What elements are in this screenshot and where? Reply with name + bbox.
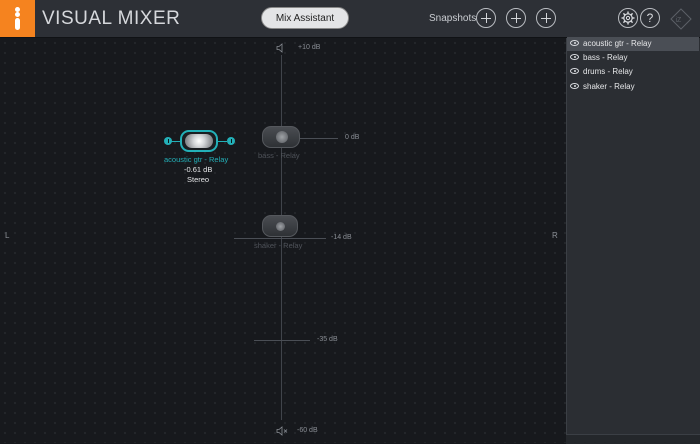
db-top-label: +10 dB: [298, 44, 321, 51]
eye-icon[interactable]: [570, 68, 579, 74]
track-list-item[interactable]: shaker - Relay: [567, 80, 699, 94]
snapshot-3-button[interactable]: [536, 8, 556, 28]
speaker-loud-icon: [276, 43, 283, 53]
minus14-db-label: -14 dB: [331, 234, 352, 241]
track-label-shaker: shaker - Relay: [254, 241, 303, 250]
zero-db-label: 0 dB: [345, 134, 360, 141]
right-pan-label: R: [552, 231, 558, 240]
db-bottom-label: -60 dB: [297, 427, 318, 434]
track-list-item[interactable]: bass - Relay: [567, 51, 699, 65]
left-pan-label: L: [5, 231, 10, 240]
pan-width-line-right: [218, 141, 227, 142]
help-button[interactable]: ?: [640, 8, 660, 28]
track-node-bass[interactable]: [262, 126, 300, 148]
pan-left-handle[interactable]: [164, 137, 172, 145]
track-node-acoustic-gtr[interactable]: [180, 130, 218, 152]
pan-width-line-left: [171, 141, 180, 142]
app-logo-icon[interactable]: [0, 0, 35, 37]
izotope-logo-icon: iZ: [670, 8, 692, 30]
eye-icon[interactable]: [570, 54, 579, 60]
eye-icon[interactable]: [570, 40, 579, 46]
track-mode-acoustic-gtr: Stereo: [187, 175, 210, 184]
mix-assistant-button[interactable]: Mix Assistant: [261, 7, 349, 29]
track-label-acoustic-gtr: acoustic gtr - Relay: [164, 155, 229, 164]
track-node-shaker[interactable]: [262, 215, 298, 237]
snapshots-label: Snapshots: [429, 13, 477, 24]
track-gain-acoustic-gtr: -0.61 dB: [184, 165, 213, 174]
minus35-db-label: -35 dB: [317, 336, 338, 343]
top-bar: VISUAL MIXER Mix Assistant Snapshots ? i…: [0, 0, 700, 38]
snapshot-2-button[interactable]: [506, 8, 526, 28]
pan-right-handle[interactable]: [227, 137, 235, 145]
track-list-panel: [566, 38, 700, 443]
track-list-item[interactable]: drums - Relay: [567, 65, 699, 79]
settings-button[interactable]: [618, 8, 638, 28]
minus14-db-line: [234, 238, 326, 239]
minus35-db-line: [254, 340, 310, 341]
gear-icon: [621, 11, 635, 25]
track-label-bass: bass - Relay: [258, 151, 300, 160]
eye-icon[interactable]: [570, 83, 579, 89]
app-title: VISUAL MIXER: [42, 8, 181, 29]
track-list-item[interactable]: acoustic gtr - Relay: [567, 37, 699, 51]
snapshot-1-button[interactable]: [476, 8, 496, 28]
speaker-mute-icon: [276, 426, 288, 436]
svg-text:iZ: iZ: [676, 17, 683, 24]
